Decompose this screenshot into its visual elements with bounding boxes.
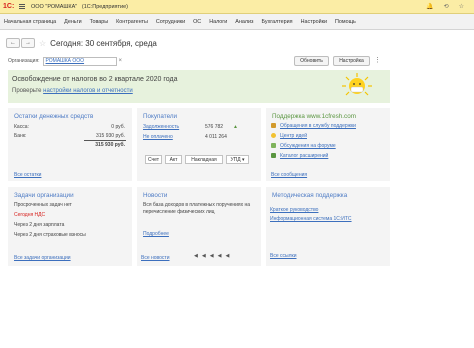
news-panel: Новости Вся база доходов в платежных пор…	[137, 187, 261, 266]
envelope-icon	[271, 123, 276, 128]
all-links-link[interactable]: Все ссылки	[270, 253, 297, 259]
all-messages-link[interactable]: Все сообщения	[271, 172, 307, 178]
money-panel: Остатки денежных средств Касса: 0 руб. Б…	[8, 108, 132, 181]
favorites-icon[interactable]: ☆	[459, 3, 464, 10]
settings-button[interactable]: Настройка	[333, 56, 370, 66]
page-header: ← → ☆ Сегодня: 30 сентября, среда	[6, 37, 157, 49]
section-home[interactable]: Начальная страница	[4, 19, 56, 25]
more-icon[interactable]: ⋮	[374, 56, 381, 64]
quick-guide-link[interactable]: Краткое руководство	[270, 207, 318, 213]
section-counterparties[interactable]: Контрагенты	[116, 19, 148, 25]
section-accounting[interactable]: Бухгалтерия	[261, 19, 292, 25]
bank-label: Банк:	[14, 133, 27, 139]
section-money[interactable]: Деньги	[64, 19, 81, 25]
org-field[interactable]: РОМАШКА ООО	[42, 56, 117, 66]
forum-link[interactable]: Обсуждения на форуме	[280, 143, 336, 149]
banner-link[interactable]: настройки налогов и отчетности	[43, 88, 133, 94]
tax-banner: Освобождение от налогов во 2 квартале 20…	[8, 70, 390, 103]
money-title: Остатки денежных средств	[14, 113, 94, 120]
bank-value: 315 930 руб.	[96, 133, 125, 139]
lightbulb-icon	[271, 133, 276, 138]
banner-text: Проверьте настройки налогов и отчетности	[12, 88, 133, 94]
unpaid-link[interactable]: Не оплачено	[143, 134, 173, 140]
app-logo: 1С:	[3, 3, 15, 10]
act-button[interactable]: Акт	[165, 155, 182, 164]
page-title: Сегодня: 30 сентября, среда	[50, 38, 157, 48]
section-taxes[interactable]: Налоги	[209, 19, 227, 25]
task-row: Просроченных задач нет	[14, 202, 72, 208]
extensions-icon	[271, 153, 276, 158]
methodic-panel: Методическая поддержка Краткое руководст…	[266, 187, 390, 266]
upd-button[interactable]: УПД ▾	[226, 155, 249, 164]
cash-label: Касса:	[14, 124, 29, 130]
support-title: Поддержка www.1cfresh.com	[272, 113, 356, 120]
its-link[interactable]: Информационная система 1С:ИТС	[270, 216, 352, 222]
all-tasks-link[interactable]: Все задачи организации	[14, 255, 71, 261]
support-requests-link[interactable]: Обращения в службу поддержки	[280, 123, 356, 129]
star-icon[interactable]: ☆	[39, 39, 46, 48]
methodic-title: Методическая поддержка	[272, 192, 348, 199]
task-row[interactable]: Через 2 дня зарплата	[14, 222, 64, 228]
pager-dot[interactable]: ◀	[218, 253, 222, 259]
pager-dot[interactable]: ◀	[202, 253, 206, 259]
news-pager: ◀ ◀ ◀ ◀ ◀	[194, 253, 229, 259]
debt-link[interactable]: Задолженность	[143, 124, 179, 130]
forward-button[interactable]: →	[21, 38, 35, 48]
org-label: Организация:	[8, 58, 40, 64]
waybill-button[interactable]: Накладная	[185, 155, 223, 164]
section-employees[interactable]: Сотрудники	[156, 19, 185, 25]
main-menu-icon[interactable]	[19, 4, 25, 9]
ideas-center-link[interactable]: Центр идей	[280, 133, 307, 139]
task-row[interactable]: Сегодня НДС	[14, 212, 45, 218]
org-filter: Организация: РОМАШКА ООО ×	[8, 56, 388, 66]
back-button[interactable]: ←	[6, 38, 20, 48]
notifications-icon[interactable]: 🔔	[426, 3, 433, 10]
window-controls: 🔔 ⟲ ☆	[426, 3, 464, 10]
money-total: 315 930 руб.	[95, 142, 125, 148]
news-more-link[interactable]: Подробнее	[143, 231, 169, 237]
window-title: ООО "РОМАШКА" (1С:Предприятие)	[31, 3, 128, 10]
news-title: Новости	[143, 192, 168, 199]
history-icon[interactable]: ⟲	[444, 3, 449, 10]
section-settings[interactable]: Настройки	[301, 19, 327, 25]
buyers-title: Покупатели	[143, 113, 178, 120]
clear-icon[interactable]: ×	[119, 58, 123, 64]
pager-dot[interactable]: ◀	[194, 253, 198, 259]
chevron-down-icon: ▾	[242, 156, 245, 163]
refresh-button[interactable]: Обновить	[294, 56, 329, 66]
section-analysis[interactable]: Анализ	[235, 19, 253, 25]
all-balances-link[interactable]: Все остатки	[14, 172, 41, 178]
extensions-catalog-link[interactable]: Каталог расширений	[280, 153, 328, 159]
section-fixed-assets[interactable]: ОС	[193, 19, 201, 25]
arrow-up-icon: ▲	[233, 124, 238, 130]
section-help[interactable]: Помощь	[335, 19, 356, 25]
cash-value: 0 руб.	[111, 124, 125, 130]
pager-dot[interactable]: ◀	[225, 253, 229, 259]
tasks-title: Задачи организации	[14, 192, 74, 199]
news-text: Вся база доходов в платежных поручениях …	[143, 202, 251, 215]
support-panel: Поддержка www.1cfresh.com Обращения в сл…	[266, 108, 390, 181]
sun-illustration-icon	[342, 73, 372, 96]
sections-panel: Начальная страница Деньги Товары Контраг…	[0, 14, 474, 30]
tasks-panel: Задачи организации Просроченных задач не…	[8, 187, 132, 266]
invoice-button[interactable]: Счет	[145, 155, 162, 164]
debt-value: 576 782	[205, 124, 224, 130]
buyers-panel: Покупатели Задолженность 576 782 ▲ Не оп…	[137, 108, 261, 181]
unpaid-value: 4 011 264	[205, 134, 227, 140]
title-bar: 1С: ООО "РОМАШКА" (1С:Предприятие) 🔔 ⟲ ☆	[0, 0, 474, 14]
pager-dot[interactable]: ◀	[210, 253, 214, 259]
all-news-link[interactable]: Все новости	[141, 255, 170, 261]
forum-icon	[271, 143, 276, 148]
banner-title: Освобождение от налогов во 2 квартале 20…	[12, 76, 178, 83]
section-goods[interactable]: Товары	[90, 19, 109, 25]
task-row[interactable]: Через 2 дня страховые взносы	[14, 232, 86, 238]
total-divider	[84, 140, 126, 141]
